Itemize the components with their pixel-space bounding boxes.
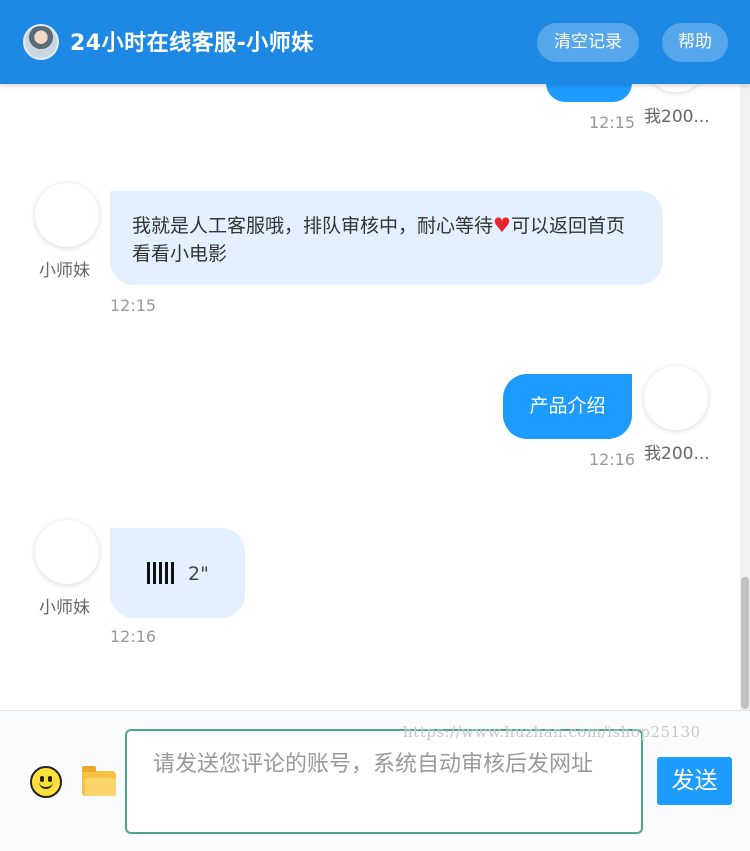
- voice-message-bubble[interactable]: 2": [110, 528, 245, 618]
- voice-duration: 2": [188, 563, 209, 585]
- page-title: 24小时在线客服-小师妹: [70, 31, 314, 56]
- clear-history-button[interactable]: 清空记录: [537, 23, 639, 62]
- outgoing-message-bubble: [546, 84, 632, 102]
- user-avatar: [644, 366, 708, 430]
- message-time: 12:15: [589, 113, 636, 132]
- agent-avatar: [35, 183, 99, 247]
- user-name: 我200...: [644, 107, 710, 127]
- agent-avatar: [35, 520, 99, 584]
- message-text: 我就是人工客服哦，排队审核中，耐心等待: [132, 215, 494, 237]
- help-button[interactable]: 帮助: [662, 23, 728, 62]
- outgoing-message-bubble: 产品介绍: [503, 374, 632, 439]
- chat-header: 24小时在线客服-小师妹 清空记录 帮助: [0, 0, 750, 84]
- message-time: 12:16: [110, 627, 157, 646]
- message-time: 12:16: [589, 450, 636, 469]
- agent-name: 小师妹: [39, 598, 90, 618]
- watermark: https://www.huzhan.com/ishop25130: [403, 723, 701, 741]
- scrollbar-thumb[interactable]: [741, 577, 749, 709]
- message-input[interactable]: 请发送您评论的账号，系统自动审核后发网址: [125, 729, 643, 834]
- message-composer: 请发送您评论的账号，系统自动审核后发网址 https://www.huzhan.…: [0, 710, 750, 851]
- user-name: 我200...: [644, 444, 710, 464]
- agent-avatar: [23, 24, 59, 60]
- voice-icon: [147, 562, 175, 584]
- message-text: 产品介绍: [529, 395, 606, 417]
- user-avatar: [644, 84, 708, 92]
- agent-name: 小师妹: [39, 261, 90, 281]
- incoming-message-bubble: 我就是人工客服哦，排队审核中，耐心等待♥可以返回首页看看小电影: [110, 191, 663, 285]
- heart-icon: ♥: [493, 213, 511, 237]
- send-button[interactable]: 发送: [657, 757, 732, 805]
- folder-icon[interactable]: [82, 766, 116, 796]
- message-time: 12:15: [110, 296, 157, 315]
- message-list[interactable]: 12:15 我200... 小师妹 我就是人工客服哦，排队审核中，耐心等待♥可以…: [0, 84, 740, 710]
- emoji-icon[interactable]: [30, 766, 62, 798]
